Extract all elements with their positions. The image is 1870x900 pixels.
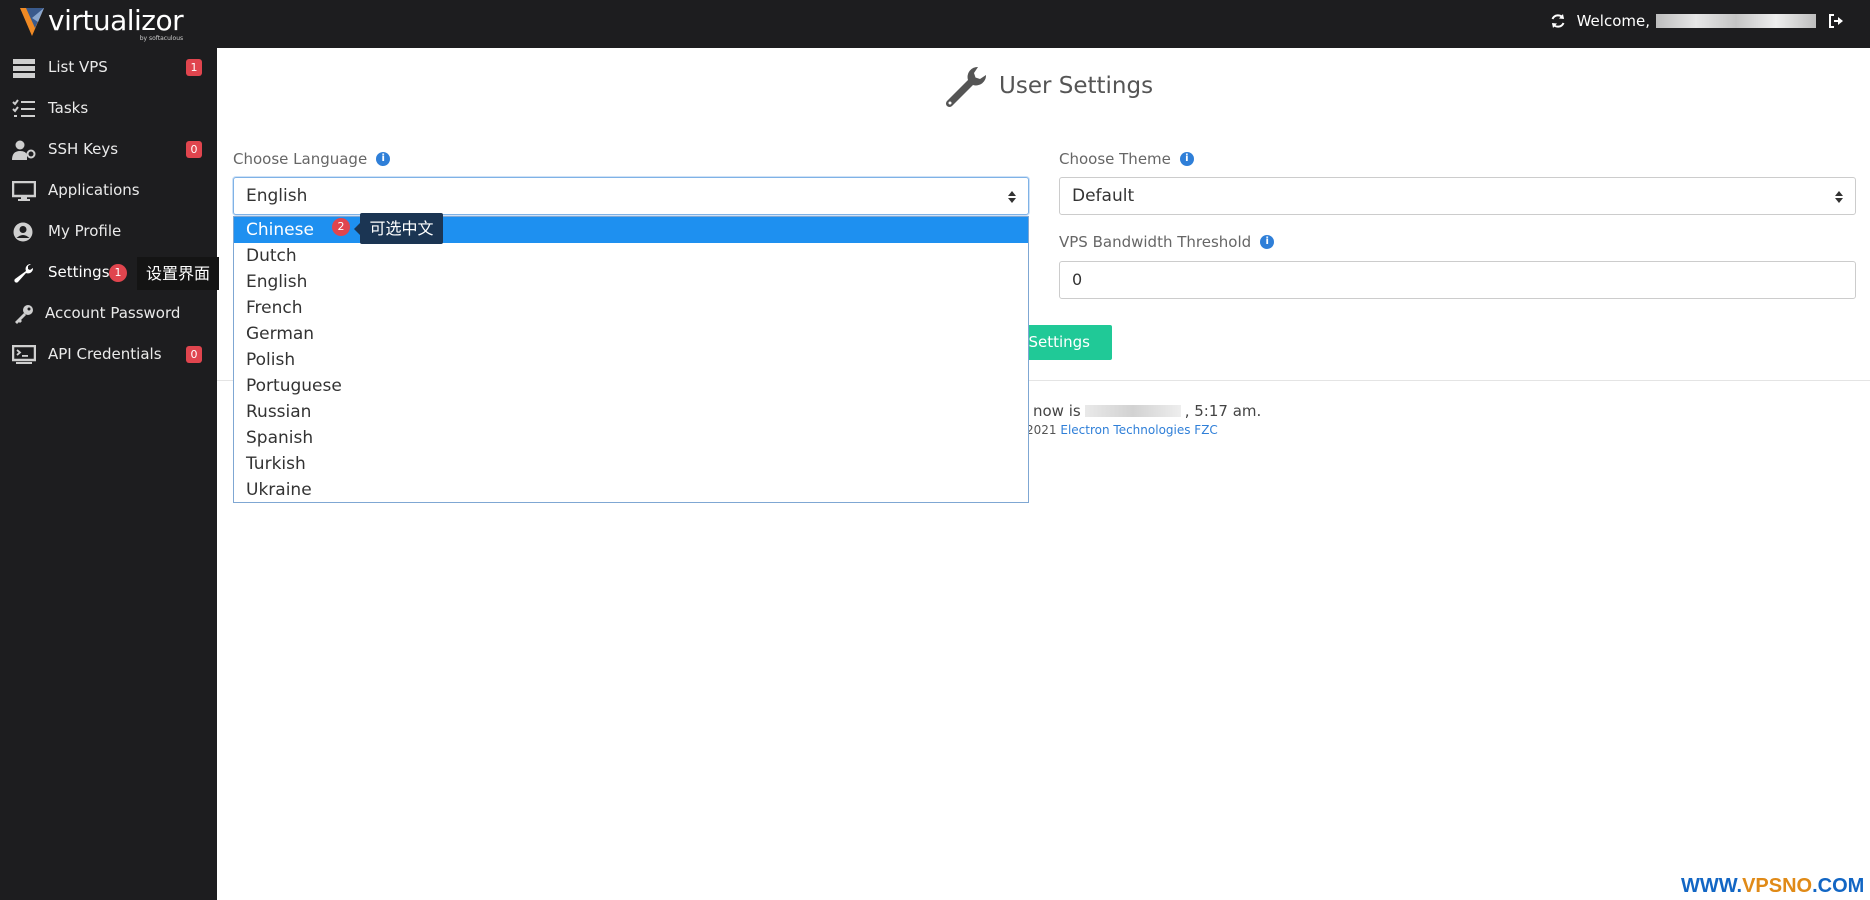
language-option[interactable]: German (234, 321, 1028, 347)
choose-theme-text: Choose Theme (1059, 150, 1171, 168)
language-select[interactable]: English (233, 177, 1029, 215)
sidebar-item-applications[interactable]: Applications (0, 171, 217, 211)
sidebar-item-list-vps[interactable]: List VPS 1 (0, 48, 217, 88)
sidebar-item-ssh-keys[interactable]: SSH Keys 0 (0, 130, 217, 170)
language-option[interactable]: Turkish (234, 451, 1028, 477)
bandwidth-threshold-value: 0 (1072, 270, 1083, 289)
select-arrows-icon (1835, 191, 1843, 203)
language-option[interactable]: Portuguese (234, 373, 1028, 399)
logo-mark-icon (20, 8, 44, 36)
company-link[interactable]: Electron Technologies FZC (1060, 423, 1217, 437)
logo-text: virtualizor (48, 4, 184, 37)
choose-language-text: Choose Language (233, 150, 368, 168)
language-option[interactable]: English (234, 269, 1028, 295)
server-time-text: now is , 5:17 am. (1033, 402, 1261, 420)
sidebar-item-label: API Credentials (48, 345, 162, 363)
bandwidth-threshold-text: VPS Bandwidth Threshold (1059, 233, 1252, 251)
key-icon (15, 305, 33, 324)
sidebar-item-tasks[interactable]: Tasks (0, 89, 217, 129)
info-icon[interactable]: i (376, 152, 391, 166)
language-option[interactable]: Polish (234, 347, 1028, 373)
app-logo[interactable]: virtualizor by softaculous (18, 4, 184, 42)
watermark-part: WWW. (1681, 875, 1743, 897)
welcome-text: Welcome, (1576, 12, 1650, 30)
select-arrows-icon (1008, 191, 1016, 203)
info-icon[interactable]: i (1179, 152, 1194, 166)
language-option[interactable]: Spanish (234, 425, 1028, 451)
copyright-year: 2021 (1026, 423, 1057, 437)
tasks-icon (12, 99, 35, 117)
watermark-part: VPSNO (1742, 875, 1813, 897)
language-select-value: English (246, 186, 308, 206)
sidebar-item-label: SSH Keys (48, 140, 119, 158)
language-option[interactable]: Russian (234, 399, 1028, 425)
server-list-icon (13, 59, 35, 78)
page-header: User Settings (942, 64, 1153, 108)
server-time-suffix: , 5:17 am. (1184, 402, 1262, 420)
sidebar-item-label: Tasks (48, 99, 89, 117)
annotation-number-badge: 1 (109, 264, 127, 282)
user-circle-icon (13, 222, 33, 242)
top-bar: virtualizor by softaculous Welcome, (0, 0, 1870, 48)
refresh-icon[interactable] (1549, 12, 1567, 30)
sidebar-item-label: Applications (48, 181, 140, 199)
choose-theme-label: Choose Theme i (1059, 150, 1194, 168)
logo-subtext: by softaculous (139, 35, 184, 42)
sidebar-item-label: My Profile (48, 222, 122, 240)
wrench-icon (14, 263, 34, 283)
chinese-annotation-tooltip: 可选中文 (354, 213, 443, 244)
wrench-icon (945, 66, 986, 108)
settings-annotation-tooltip: 设置界面 (137, 257, 219, 290)
count-badge: 1 (186, 59, 202, 76)
count-badge: 0 (186, 141, 202, 158)
user-key-icon (12, 140, 36, 160)
bandwidth-threshold-input[interactable]: 0 (1059, 261, 1856, 299)
choose-language-label: Choose Language i (233, 150, 391, 168)
sidebar-item-label: Settings (48, 263, 110, 281)
sidebar-item-label: Account Password (45, 304, 181, 322)
sidebar-item-label: List VPS (48, 58, 108, 76)
bandwidth-threshold-label: VPS Bandwidth Threshold i (1059, 233, 1275, 251)
watermark-part: .COM (1812, 875, 1865, 897)
language-option[interactable]: Dutch (234, 243, 1028, 269)
language-option[interactable]: French (234, 295, 1028, 321)
count-badge: 0 (186, 346, 202, 363)
sidebar: List VPS 1 Tasks SSH Keys 0 Applications… (0, 48, 217, 900)
language-option[interactable]: Ukraine (234, 477, 1028, 503)
sidebar-item-account-password[interactable]: Account Password (0, 294, 217, 334)
username-redacted (1656, 14, 1816, 28)
theme-select-value: Default (1072, 186, 1135, 206)
sidebar-item-my-profile[interactable]: My Profile (0, 212, 217, 252)
server-time-prefix: now is (1033, 402, 1081, 420)
theme-select[interactable]: Default (1059, 177, 1856, 215)
terminal-icon (12, 345, 36, 364)
save-settings-label: Settings (1028, 333, 1090, 351)
copyright-text: 2021 Electron Technologies FZC (1026, 423, 1218, 437)
watermark: WWW.VPSNO.COM (1681, 875, 1864, 898)
info-icon[interactable]: i (1260, 235, 1275, 249)
annotation-number-badge: 2 (332, 218, 350, 236)
sidebar-item-api-credentials[interactable]: API Credentials 0 (0, 335, 217, 375)
monitor-icon (12, 181, 36, 201)
language-dropdown-list: Chinese Dutch English French German Poli… (233, 216, 1029, 503)
time-redacted (1084, 405, 1181, 417)
page-title: User Settings (999, 73, 1154, 99)
logout-icon[interactable] (1828, 13, 1844, 29)
